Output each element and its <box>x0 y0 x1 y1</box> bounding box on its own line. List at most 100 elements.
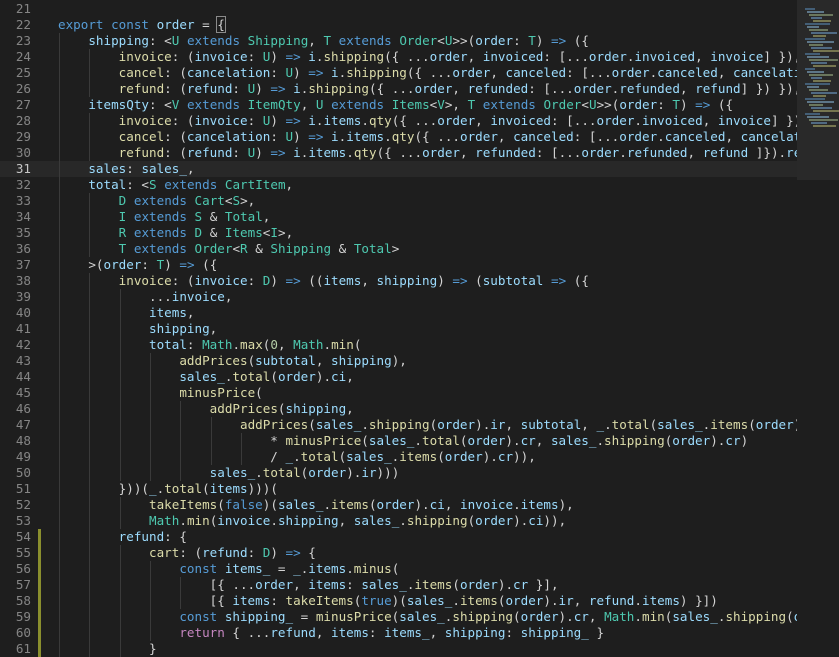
code-line[interactable]: 31 sales: sales_, <box>0 161 797 177</box>
minimap[interactable] <box>797 0 839 657</box>
code-token: ( <box>361 433 369 448</box>
code-line[interactable]: 38 invoice: (invoice: D) => ((items, shi… <box>0 273 797 289</box>
code-token: ( <box>452 577 460 592</box>
code-line[interactable]: 39 ...invoice, <box>0 289 797 305</box>
code-token: subtotal <box>520 417 582 432</box>
minimap-line <box>809 29 828 31</box>
code-token: . <box>399 513 407 528</box>
line-number: 46 <box>15 401 31 416</box>
code-line[interactable]: 58 [{ items: takeItems(true)(sales_.item… <box>0 593 797 609</box>
code-line[interactable]: 53 Math.min(invoice.shipping, sales_.shi… <box>0 513 797 529</box>
code-token: ( <box>513 609 521 624</box>
line-number: 39 <box>15 289 31 304</box>
code-line[interactable]: 49 / _.total(sales_.items(order).cr)), <box>0 449 797 465</box>
code-line[interactable]: 55 cart: (refund: D) => { <box>0 545 797 561</box>
code-token: , <box>687 145 703 160</box>
code-token: T <box>323 33 332 48</box>
code-editor[interactable]: 21 22 export const order = {23 shipping: <… <box>0 0 797 657</box>
minimap-line <box>807 116 829 118</box>
code-line[interactable]: 41 shipping, <box>0 321 797 337</box>
code-line[interactable]: 27 itemsQty: < V extends ItemQty, U exten… <box>0 97 797 113</box>
code-line[interactable]: 50 sales_.total(order).ir))) <box>0 465 797 481</box>
code-line[interactable]: 32 total: <S extends CartItem, <box>0 177 797 193</box>
code-line[interactable]: 48 * minusPrice(sales_.total(order).cr, … <box>0 433 797 449</box>
code-line[interactable]: 60 return { ...refund, items: items_, sh… <box>0 625 797 641</box>
modified-line-marker <box>38 529 41 545</box>
code-line[interactable]: 57 [{ ...order, items: sales_.items(orde… <box>0 577 797 593</box>
line-number: 32 <box>15 177 31 192</box>
code-line[interactable]: 23 shipping: <U extends Shipping, T exte… <box>0 33 797 49</box>
code-line[interactable]: 51 }))(_.total(items)))( <box>0 481 797 497</box>
code-token: . <box>657 129 665 144</box>
code-token: ). <box>346 465 362 480</box>
code-line[interactable]: 21 <box>0 1 797 17</box>
code-line[interactable]: 44 sales_.total(order).ci, <box>0 369 797 385</box>
code-token: minusPrice <box>315 609 392 624</box>
minimap-line <box>811 122 827 124</box>
code-token: qty <box>368 113 392 128</box>
minimap-line <box>807 11 824 13</box>
code-token: ({ <box>566 273 589 288</box>
code-line[interactable]: 36 T extends Order<R & Shipping & Total> <box>0 241 797 257</box>
minimap-line <box>805 113 820 115</box>
code-token: Shipping <box>247 33 309 48</box>
minimap-line <box>809 74 833 76</box>
code-line[interactable]: 54 refund: { <box>0 529 797 545</box>
code-token: refund <box>695 81 741 96</box>
code-token: items <box>308 561 347 576</box>
code-line[interactable]: 40 items, <box>0 305 797 321</box>
code-line[interactable]: 37 >(order: T) => ({ <box>0 257 797 273</box>
line-number: 56 <box>15 561 31 576</box>
code-line[interactable]: 33 D extends Cart<S>, <box>0 193 797 209</box>
code-line[interactable]: 43 addPrices(subtotal, shipping), <box>0 353 797 369</box>
code-token: items <box>346 129 385 144</box>
code-line[interactable]: 45 minusPrice( <box>0 385 797 401</box>
line-number: 30 <box>15 145 31 160</box>
code-token: _ <box>285 449 294 464</box>
code-token: refunded <box>626 145 688 160</box>
code-token: ). <box>513 513 529 528</box>
code-line[interactable]: 28 invoice: (invoice: U) => i.items.qty(… <box>0 113 797 129</box>
code-token: ) <box>437 273 453 288</box>
code-token: export <box>58 17 104 32</box>
code-token: min <box>331 337 354 352</box>
code-line[interactable]: 52 takeItems(false)(sales_.items(order).… <box>0 497 797 513</box>
code-line[interactable]: 59 const shipping_ = minusPrice (sales_. s… <box>0 609 797 625</box>
code-line[interactable]: 47 addPrices(sales_.shipping(order).ir, … <box>0 417 797 433</box>
line-number: 45 <box>15 385 31 400</box>
code-line[interactable]: 25 cancel: (cancelation: U) => i.shippin… <box>0 65 797 81</box>
code-token: shipping <box>452 609 514 624</box>
code-token: sales_ <box>657 417 703 432</box>
code-token: _ <box>596 417 605 432</box>
code-line[interactable]: 56 const items_ = _.items.minus( <box>0 561 797 577</box>
code-token: shipping_ <box>520 625 589 640</box>
code-token: order <box>505 593 544 608</box>
code-line[interactable]: 24 invoice: (invoice: U) => i.shipping({… <box>0 49 797 65</box>
code-token: itemsQty <box>88 97 150 112</box>
code-token: S <box>149 177 157 192</box>
code-line[interactable]: 35 R extends D & Items<I>, <box>0 225 797 241</box>
code-token: order <box>459 577 498 592</box>
code-token: Order <box>543 97 582 112</box>
code-line[interactable]: 34 I extends S & Total, <box>0 209 797 225</box>
code-line[interactable]: 29 cancel: (cancelation: U) => i.items.q… <box>0 129 797 145</box>
line-number: 40 <box>15 305 31 320</box>
code-token: ) <box>164 257 180 272</box>
code-token: _ <box>293 561 301 576</box>
code-line[interactable]: 26 refund: (refund: U) => i.shipping({ .… <box>0 81 797 97</box>
code-line[interactable]: 42 total: Math.max(0, Math.min( <box>0 337 797 353</box>
code-line[interactable]: 61 } <box>0 641 797 657</box>
code-line[interactable]: 22 export const order = { <box>0 16 797 33</box>
code-token: items <box>308 145 347 160</box>
code-line[interactable]: 46 addPrices(shipping, <box>0 401 797 417</box>
code-token: sales_ <box>550 433 597 448</box>
code-token: sales_ <box>277 497 324 512</box>
code-line[interactable]: 30 refund: (refund: U) => i.items.qty({ … <box>0 145 797 161</box>
